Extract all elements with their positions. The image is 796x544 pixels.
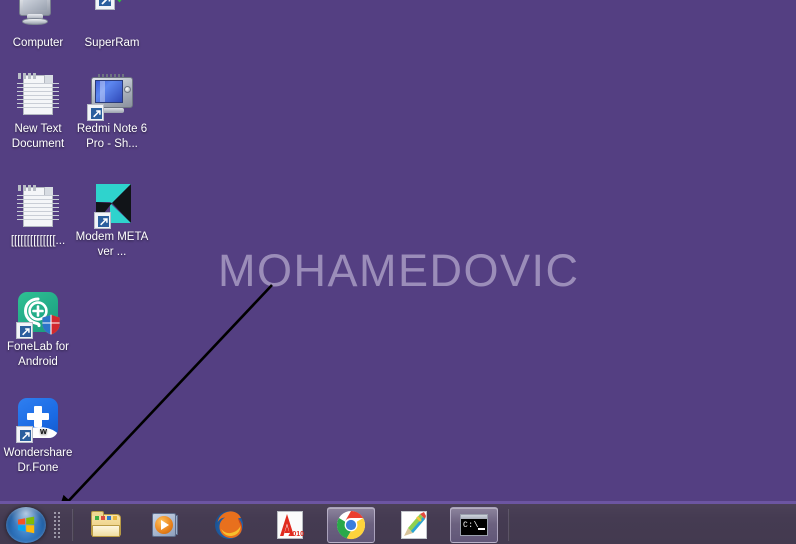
taskbar-separator [508, 509, 510, 541]
taskbar-separator [72, 509, 74, 541]
quick-launch-gripper-handle[interactable] [52, 510, 62, 540]
chrome-icon [335, 509, 367, 541]
autocad-icon: 2010 [274, 509, 306, 541]
desktop-icon-label: [[[[[[[[[[[[[[... [10, 235, 66, 247]
command-prompt-text: C:\ [463, 521, 479, 530]
fonelab-icon [14, 290, 62, 339]
taskbar-button-command-prompt[interactable]: C:\ [450, 507, 498, 543]
taskbar-top-accent-line [0, 501, 796, 504]
desktop-icon-redmi-note[interactable]: Redmi Note 6 Pro - Sh... [74, 72, 150, 152]
desktop-icon-label: FoneLab for Android [6, 341, 69, 368]
shortcut-arrow-icon [101, 0, 111, 5]
desktop-icon-superram[interactable]: SuperRam [74, 0, 150, 51]
taskbar-button-firefox[interactable] [205, 507, 253, 543]
start-button[interactable] [6, 507, 46, 543]
redmi-note-icon [87, 72, 136, 121]
green-check-icon [117, 0, 122, 3]
taskbar-button-explorer[interactable] [82, 507, 130, 543]
desktop-icon-label: New Text Document [11, 123, 65, 150]
desktop-icon-computer[interactable]: Computer [0, 0, 76, 51]
taskbar-button-chrome[interactable] [327, 507, 375, 543]
windows-start-orb-icon [18, 516, 35, 534]
shortcut-arrow-icon [100, 218, 108, 226]
taskbar-button-paint[interactable] [390, 507, 438, 543]
command-prompt-icon: C:\ [458, 509, 490, 541]
desktop-icon-wondershare-drfone[interactable]: w Wondershare Dr.Fone [0, 396, 76, 476]
desktop-icon-label: Computer [12, 37, 64, 49]
shortcut-arrow-icon [22, 432, 30, 440]
autocad-version-badge: 2010 [288, 531, 304, 538]
shortcut-badge-icon [94, 212, 111, 229]
desktop-icon-new-text-document[interactable]: New Text Document [0, 72, 76, 152]
paint-icon [398, 509, 430, 541]
shortcut-badge-icon [16, 322, 33, 339]
shortcut-badge-icon [87, 104, 104, 121]
modem-meta-icon [88, 180, 136, 229]
desktop-surface[interactable]: MOHAMEDOVIC Computer SuperRam New Text D… [0, 0, 796, 503]
text-document-icon [14, 72, 62, 120]
desktop-icon-label: SuperRam [84, 37, 140, 49]
taskbar-button-media-player[interactable] [142, 507, 190, 543]
taskbar-button-autocad[interactable]: 2010 [266, 507, 314, 543]
watermark-text: MOHAMEDOVIC [218, 245, 580, 296]
security-shield-icon [42, 314, 60, 335]
desktop-icon-modem-meta[interactable]: Modem META ver ... [74, 180, 150, 260]
wondershare-drfone-icon: w [14, 396, 62, 444]
media-player-icon [150, 509, 182, 541]
computer-icon [14, 0, 62, 34]
folder-icon [90, 509, 122, 541]
desktop-icon-label: Modem META ver ... [75, 231, 149, 258]
taskbar[interactable]: 2010 C:\ [0, 501, 796, 544]
firefox-icon [213, 509, 245, 541]
text-document-icon [14, 184, 62, 232]
shortcut-badge-icon [16, 426, 33, 443]
desktop-icon-label: Redmi Note 6 Pro - Sh... [76, 123, 148, 150]
desktop-icon-brackets-document[interactable]: [[[[[[[[[[[[[[... [0, 184, 76, 249]
superram-icon [88, 0, 136, 34]
desktop-icon-fonelab-for-android[interactable]: FoneLab for Android [0, 290, 76, 370]
shortcut-arrow-icon [22, 328, 30, 336]
shortcut-arrow-icon [93, 110, 101, 118]
desktop-icon-label: Wondershare Dr.Fone [3, 447, 73, 474]
